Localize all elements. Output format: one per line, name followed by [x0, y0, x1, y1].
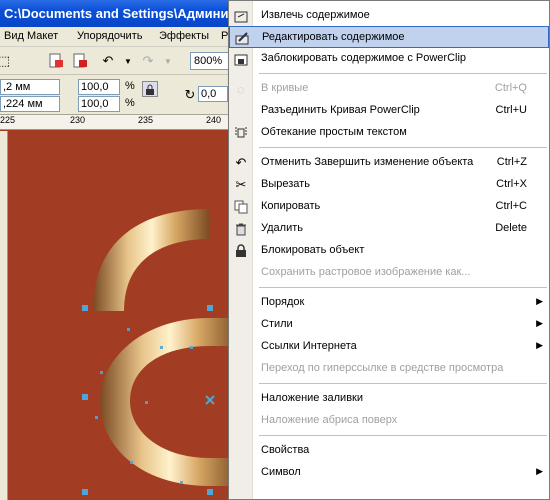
menu-item-extract-contents[interactable]: Извлечь содержимое: [229, 5, 549, 27]
padlock-icon: [233, 243, 249, 259]
lock-powerclip-icon: [233, 51, 249, 67]
rotation-field[interactable]: 0,0: [198, 86, 228, 102]
vertical-ruler: [0, 131, 8, 500]
trash-icon: [233, 221, 249, 237]
menu-item-overprint-outline[interactable]: Наложение абриса поверх: [229, 410, 549, 432]
ruler-tick-label: 230: [70, 115, 86, 125]
menu-item-edit-contents[interactable]: Редактировать содержимое: [229, 26, 549, 48]
scale-y-field[interactable]: 100,0: [78, 96, 120, 112]
submenu-arrow-icon: ▶: [536, 296, 543, 306]
zoom-level-field[interactable]: 800%: [190, 52, 230, 70]
menu-item-save-bitmap[interactable]: Сохранить растровое изображение как...: [229, 262, 549, 284]
import-icon[interactable]: [46, 51, 66, 71]
percent-label: %: [125, 97, 135, 109]
menu-separator: [259, 287, 547, 288]
redo-icon[interactable]: ↷: [138, 51, 158, 71]
toolbar-button[interactable]: ⬚: [0, 51, 10, 71]
export-icon[interactable]: [70, 51, 90, 71]
submenu-arrow-icon: ▶: [536, 466, 543, 476]
center-marker: [205, 395, 215, 405]
menu-item-delete[interactable]: Удалить Delete: [229, 218, 549, 240]
menu-item-styles[interactable]: Стили ▶: [229, 314, 549, 336]
menu-separator: [259, 435, 547, 436]
menu-item-view[interactable]: Вид: [4, 30, 24, 42]
text-wrap-icon: [233, 125, 249, 141]
menu-item-properties[interactable]: Свойства: [229, 440, 549, 462]
menu-item-cut[interactable]: ✂ Вырезать Ctrl+X: [229, 174, 549, 196]
position-y-field[interactable]: ,224 мм: [0, 96, 60, 112]
menu-item-effects[interactable]: Эффекты: [159, 30, 209, 42]
edit-contents-icon: [234, 30, 250, 46]
menu-separator: [259, 73, 547, 74]
extract-icon: [233, 8, 249, 24]
menu-item-arrange[interactable]: Упорядочить: [77, 30, 142, 42]
menu-item-internet-links[interactable]: Ссылки Интернета ▶: [229, 336, 549, 358]
undo-icon[interactable]: ↶: [98, 51, 118, 71]
menu-item-symbol[interactable]: Символ ▶: [229, 462, 549, 484]
menu-separator: [259, 147, 547, 148]
scale-x-field[interactable]: 100,0: [78, 79, 120, 95]
menu-item-layout[interactable]: Макет: [27, 30, 58, 42]
menu-item-lock-powerclip[interactable]: Заблокировать содержимое с PowerClip: [229, 48, 549, 70]
chevron-down-icon[interactable]: ▼: [118, 51, 138, 71]
menu-item-lock-object[interactable]: Блокировать объект: [229, 240, 549, 262]
context-menu: Извлечь содержимое Редактировать содержи…: [228, 0, 550, 500]
menu-item-copy[interactable]: Копировать Ctrl+C: [229, 196, 549, 218]
upper-arc-shape: [93, 209, 210, 311]
submenu-arrow-icon: ▶: [536, 318, 543, 328]
percent-label: %: [125, 80, 135, 92]
undo-icon: ↶: [235, 155, 247, 170]
menu-item-break-powerclip[interactable]: Разъединить Кривая PowerClip Ctrl+U: [229, 100, 549, 122]
position-x-field[interactable]: ,2 мм: [0, 79, 60, 95]
menu-item-undo[interactable]: ↶ Отменить Завершить изменение объекта C…: [229, 152, 549, 174]
scissors-icon: ✂: [235, 177, 247, 192]
menu-item-order[interactable]: Порядок ▶: [229, 292, 549, 314]
ruler-tick-label: 240: [206, 115, 222, 125]
copy-icon: [233, 199, 249, 215]
lower-ring-shape: [100, 318, 240, 486]
ruler-tick-label: 225: [0, 115, 16, 125]
rotation-icon: ↻: [184, 87, 196, 102]
chevron-down-icon[interactable]: ▼: [158, 51, 178, 71]
submenu-arrow-icon: ▶: [536, 340, 543, 350]
ruler-tick-label: 235: [138, 115, 154, 125]
curves-icon: ◌: [237, 81, 245, 97]
menu-item-overprint-fill[interactable]: Наложение заливки: [229, 388, 549, 410]
menu-item-convert-to-curves[interactable]: ◌ В кривые Ctrl+Q: [229, 78, 549, 100]
menu-item-follow-hyperlink[interactable]: Переход по гиперссылке в средстве просмо…: [229, 358, 549, 380]
menu-separator: [259, 383, 547, 384]
menu-item-wrap-text[interactable]: Обтекание простым текстом: [229, 122, 549, 144]
lock-ratio-icon[interactable]: [142, 81, 158, 97]
